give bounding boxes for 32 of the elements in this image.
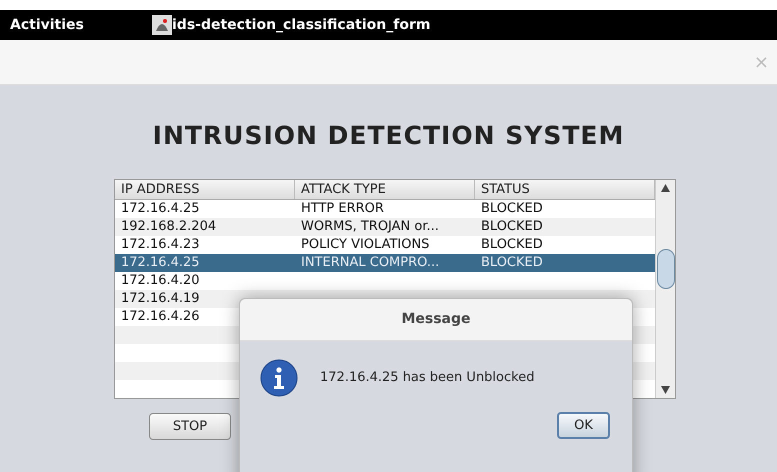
- table-cell-text: 172.16.4.20: [120, 272, 201, 290]
- table-cell-text: 172.16.4.23: [120, 236, 201, 254]
- table-cell-text: WORMS, TROJAN or...: [300, 218, 440, 236]
- table-cell-text: 172.16.4.25: [120, 200, 201, 218]
- table-cell-text: BLOCKED: [480, 254, 544, 272]
- scroll-thumb[interactable]: [656, 248, 674, 288]
- app-icon: [152, 15, 172, 35]
- table-cell-text: 192.168.2.204: [120, 218, 218, 236]
- info-icon: [260, 359, 298, 397]
- ok-button[interactable]: OK: [557, 412, 610, 439]
- app-title: ids-detection_classification_form: [172, 16, 430, 34]
- column-header[interactable]: IP ADDRESS: [115, 180, 295, 198]
- table-cell-text: POLICY VIOLATIONS: [300, 236, 430, 254]
- table-cell-text: HTTP ERROR: [300, 200, 385, 218]
- scroll-up-icon[interactable]: [661, 184, 670, 192]
- stop-button[interactable]: STOP: [149, 412, 231, 440]
- scrollbar[interactable]: [655, 180, 675, 398]
- table-cell-text: 172.16.4.25: [120, 254, 201, 272]
- dialog-message: 172.16.4.25 has been Unblocked: [320, 369, 534, 388]
- activities-button[interactable]: Activities: [10, 14, 130, 36]
- scroll-down-icon[interactable]: [661, 386, 670, 394]
- table-cell-text: 172.16.4.19: [120, 290, 201, 308]
- table-row[interactable]: 172.16.4.25 INTERNAL COMPRO... BLOCKED: [115, 254, 655, 272]
- table-cell-text: INTERNAL COMPRO...: [300, 254, 440, 272]
- page-heading: INTRUSION DETECTION SYSTEM: [152, 120, 624, 152]
- table-cell-text: BLOCKED: [480, 236, 544, 254]
- dialog-title: Message: [401, 310, 471, 329]
- column-header[interactable]: ATTACK TYPE: [295, 180, 475, 198]
- table-row[interactable]: 192.168.2.204 WORMS, TROJAN or... BLOCKED: [115, 218, 655, 236]
- table-cell-text: BLOCKED: [480, 200, 544, 218]
- table-cell-text: 172.16.4.26: [120, 308, 201, 326]
- table-cell-text: BLOCKED: [480, 218, 544, 236]
